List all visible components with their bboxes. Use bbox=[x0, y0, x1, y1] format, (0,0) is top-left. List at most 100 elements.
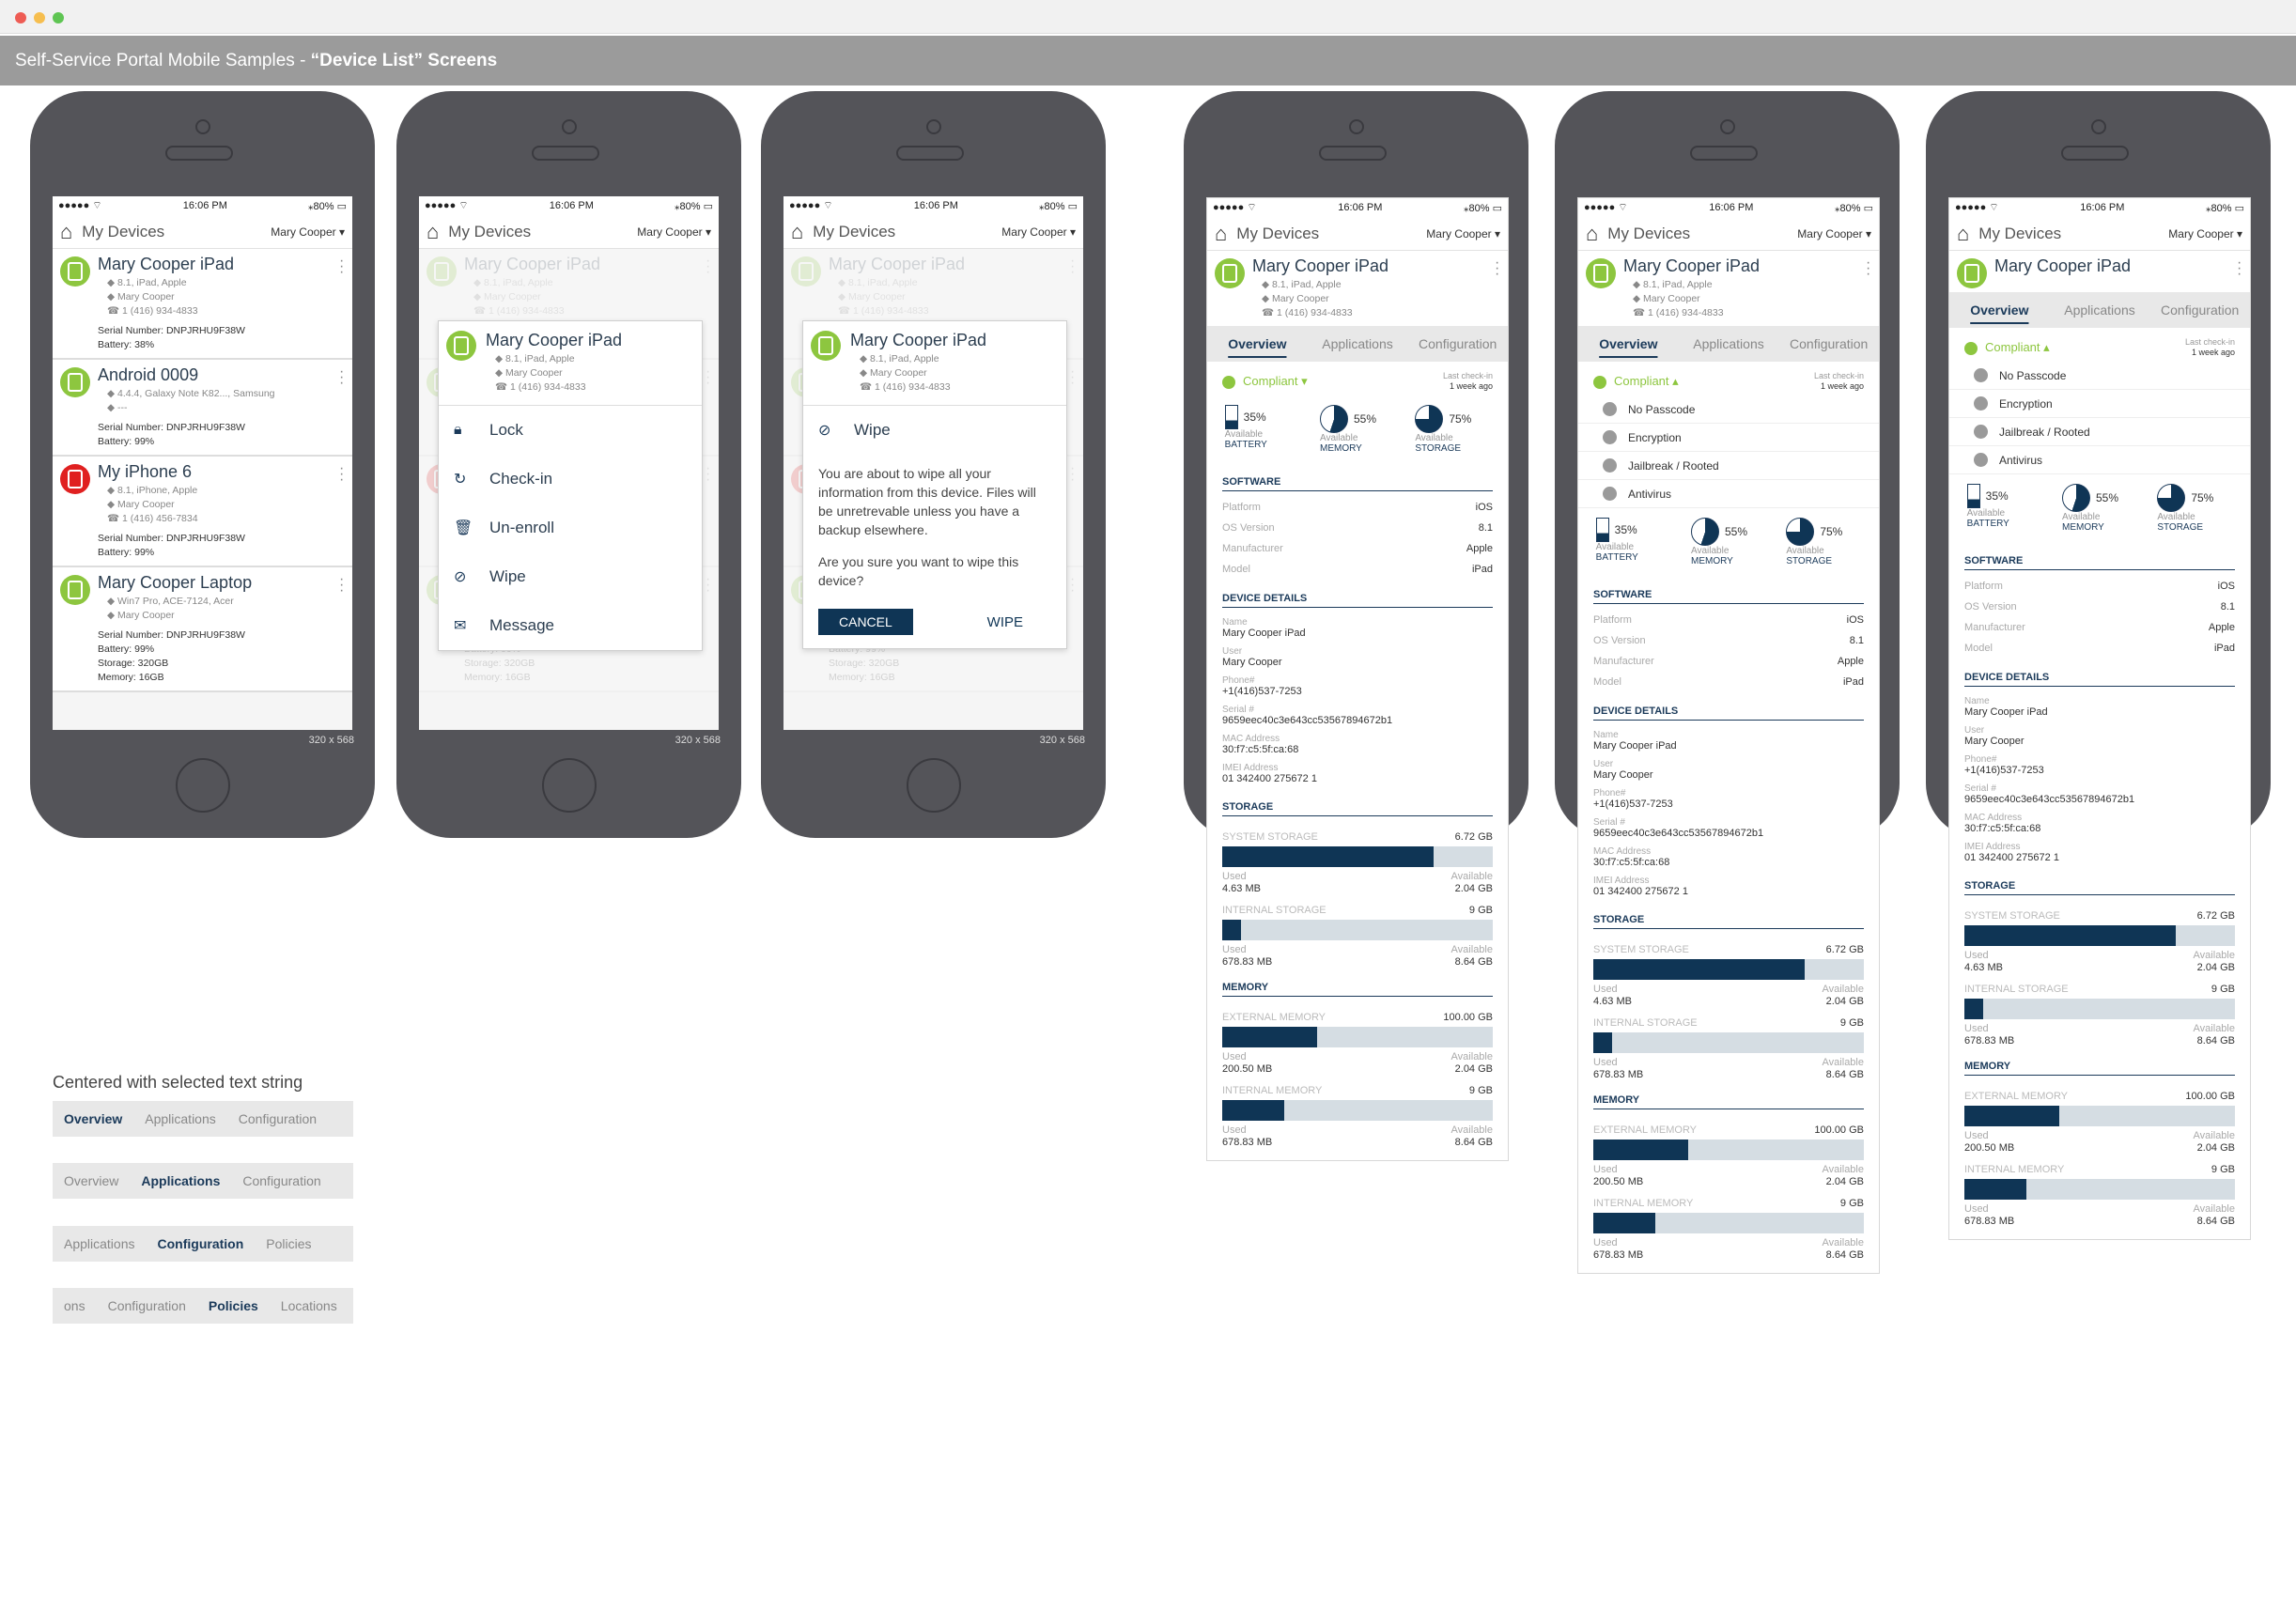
home-button[interactable] bbox=[907, 758, 961, 813]
user-menu[interactable]: Mary Cooper ▾ bbox=[271, 225, 345, 239]
more-icon[interactable]: · · · bbox=[1495, 256, 1499, 282]
app-title: My Devices bbox=[82, 222, 165, 240]
device-name: Mary Cooper iPad bbox=[1623, 256, 1761, 275]
tab-applications[interactable]: Applications bbox=[1308, 336, 1408, 351]
tab-demo-overview[interactable]: Overview bbox=[53, 1173, 130, 1188]
tab-demo-ons[interactable]: ons bbox=[53, 1298, 97, 1313]
compliance-row[interactable]: Compliant ▴ Last check-in 1 week ago bbox=[1578, 362, 1879, 395]
user-menu[interactable]: Mary Cooper ▾ bbox=[2168, 227, 2242, 240]
memory-total: 9 GB bbox=[1839, 1198, 1864, 1209]
menu-item-message[interactable]: ✉︎ Message bbox=[439, 601, 702, 650]
memory-available: Available 2.04 GB bbox=[1451, 1051, 1493, 1076]
memory-available: Available 8.64 GB bbox=[2194, 1203, 2235, 1228]
storage-used: Used 678.83 MB bbox=[1222, 944, 1272, 969]
home-icon[interactable]: ⌂ bbox=[791, 220, 803, 244]
tab-demo-configuration[interactable]: Configuration bbox=[147, 1236, 256, 1251]
tab-overview[interactable]: Overview bbox=[1949, 302, 2050, 318]
compliance-row[interactable]: Compliant ▾ Last check-in 1 week ago bbox=[1207, 362, 1508, 395]
maximize-dot[interactable] bbox=[53, 12, 64, 23]
cancel-button[interactable]: CANCEL bbox=[818, 609, 913, 635]
used-value: 200.50 MB bbox=[1593, 1176, 1644, 1187]
more-icon[interactable]: · · · bbox=[1866, 256, 1870, 282]
more-icon[interactable]: · · · bbox=[339, 572, 344, 598]
device-name[interactable]: Mary Cooper iPad bbox=[98, 255, 345, 274]
device-user: ◆ Mary Cooper bbox=[838, 291, 906, 302]
tab-demo-locations[interactable]: Locations bbox=[270, 1298, 349, 1313]
tab-demo-policies[interactable]: Policies bbox=[197, 1298, 270, 1313]
menu-item-wipe[interactable]: ⊘ Wipe bbox=[439, 552, 702, 601]
pie-icon bbox=[1690, 518, 1719, 546]
device-row[interactable]: My iPhone 6 ◆ 8.1, iPhone, Apple ◆ Mary Co… bbox=[53, 457, 352, 567]
more-icon[interactable]: · · · bbox=[1070, 254, 1075, 280]
more-icon[interactable]: · · · bbox=[339, 364, 344, 391]
detail-key: IMEI Address bbox=[1964, 842, 2021, 852]
user-menu[interactable]: Mary Cooper ▾ bbox=[1426, 227, 1500, 240]
home-icon[interactable]: ⌂ bbox=[1215, 222, 1227, 246]
tab-overview[interactable]: Overview bbox=[1207, 336, 1308, 351]
more-icon[interactable]: · · · bbox=[339, 461, 344, 488]
minimize-dot[interactable] bbox=[34, 12, 45, 23]
tab-demo-configuration[interactable]: Configuration bbox=[227, 1111, 328, 1126]
device-name[interactable]: Android 0009 bbox=[98, 365, 345, 385]
device-name[interactable]: My iPhone 6 bbox=[98, 462, 345, 482]
check-label: Antivirus bbox=[1999, 453, 2043, 467]
storage-available: Available 8.64 GB bbox=[2194, 1023, 2235, 1047]
close-dot[interactable] bbox=[15, 12, 26, 23]
device-os: ◆ 4.4.4, Galaxy Note K82..., Samsung bbox=[107, 388, 275, 399]
last-checkin: Last check-in 1 week ago bbox=[1443, 371, 1493, 392]
user-menu[interactable]: Mary Cooper ▾ bbox=[637, 225, 711, 239]
user-menu[interactable]: Mary Cooper ▾ bbox=[1001, 225, 1076, 239]
tab-demo-configuration[interactable]: Configuration bbox=[97, 1298, 197, 1313]
lastcheck-value: 1 week ago bbox=[2191, 348, 2235, 357]
device-row[interactable]: Mary Cooper Laptop ◆ Win7 Pro, ACE-7124, … bbox=[53, 567, 352, 692]
tab-demo-applications[interactable]: Applications bbox=[53, 1236, 147, 1251]
detail-row: Serial #9659eec40c3e643cc53567894672b1 bbox=[1949, 780, 2250, 809]
tab-configuration[interactable]: Configuration bbox=[1407, 336, 1508, 351]
device-row[interactable]: Mary Cooper iPad ◆ 8.1, iPad, Apple ◆ Mary… bbox=[53, 249, 352, 360]
device-name[interactable]: Mary Cooper iPad bbox=[464, 255, 711, 274]
gauge-value-row: 55% bbox=[1319, 405, 1395, 433]
device-row[interactable]: Android 0009 ◆ 4.4.4, Galaxy Note K82...,… bbox=[53, 360, 352, 457]
home-icon[interactable]: ⌂ bbox=[427, 220, 439, 244]
more-icon[interactable]: · · · bbox=[706, 254, 710, 280]
home-button[interactable] bbox=[542, 758, 597, 813]
tab-demo-row: Overview Applications Configuration bbox=[53, 1163, 353, 1199]
tab-demo-applications[interactable]: Applications bbox=[130, 1173, 231, 1188]
more-icon[interactable]: · · · bbox=[1070, 461, 1075, 488]
more-icon[interactable]: · · · bbox=[2237, 256, 2242, 282]
home-icon[interactable]: ⌂ bbox=[60, 220, 72, 244]
phone-screen: ●●●●● ⌔ 16:06 PM ⁎80% ▭ ⌂ My Devices Mary Coo… bbox=[53, 196, 352, 730]
tab-configuration[interactable]: Configuration bbox=[2149, 302, 2250, 318]
user-menu[interactable]: Mary Cooper ▾ bbox=[1797, 227, 1871, 240]
tab-demo-policies[interactable]: Policies bbox=[255, 1236, 322, 1251]
tab-applications[interactable]: Applications bbox=[2050, 302, 2150, 318]
storage-label: INTERNAL STORAGE bbox=[1964, 984, 2069, 995]
tab-overview[interactable]: Overview bbox=[1578, 336, 1679, 351]
tab-applications[interactable]: Applications bbox=[1679, 336, 1779, 351]
menu-item-lock[interactable]: 🔒︎ Lock bbox=[439, 406, 702, 455]
home-icon[interactable]: ⌂ bbox=[1586, 222, 1598, 246]
compliance-row[interactable]: Compliant ▴ Last check-in 1 week ago bbox=[1949, 328, 2250, 362]
more-icon[interactable]: · · · bbox=[706, 461, 710, 488]
device-name[interactable]: Mary Cooper Laptop bbox=[98, 573, 345, 593]
tab-configuration[interactable]: Configuration bbox=[1778, 336, 1879, 351]
detail-value: 9659eec40c3e643cc53567894672b1 bbox=[1222, 715, 1393, 726]
more-icon[interactable]: · · · bbox=[706, 572, 710, 598]
menu-item-check-in[interactable]: ↻ Check-in bbox=[439, 455, 702, 504]
tab-demo-configuration[interactable]: Configuration bbox=[231, 1173, 332, 1188]
device-name[interactable]: Mary Cooper iPad bbox=[829, 255, 1076, 274]
menu-item-un-enroll[interactable]: 🗑︎ Un-enroll bbox=[439, 504, 702, 552]
more-icon[interactable]: · · · bbox=[706, 364, 710, 391]
home-icon[interactable]: ⌂ bbox=[1957, 222, 1969, 246]
more-icon[interactable]: · · · bbox=[1070, 364, 1075, 391]
pie-icon bbox=[1319, 405, 1348, 433]
tab-demo-applications[interactable]: Applications bbox=[133, 1111, 227, 1126]
home-button[interactable] bbox=[176, 758, 230, 813]
gauge-battery: 35% Available BATTERY bbox=[1966, 484, 2042, 533]
software-key: Manufacturer bbox=[1964, 622, 2025, 633]
memory-used: Used 678.83 MB bbox=[1222, 1124, 1272, 1149]
tab-demo-overview[interactable]: Overview bbox=[53, 1111, 133, 1126]
wipe-button[interactable]: WIPE bbox=[987, 614, 1023, 630]
more-icon[interactable]: · · · bbox=[1070, 572, 1075, 598]
more-icon[interactable]: · · · bbox=[339, 254, 344, 280]
